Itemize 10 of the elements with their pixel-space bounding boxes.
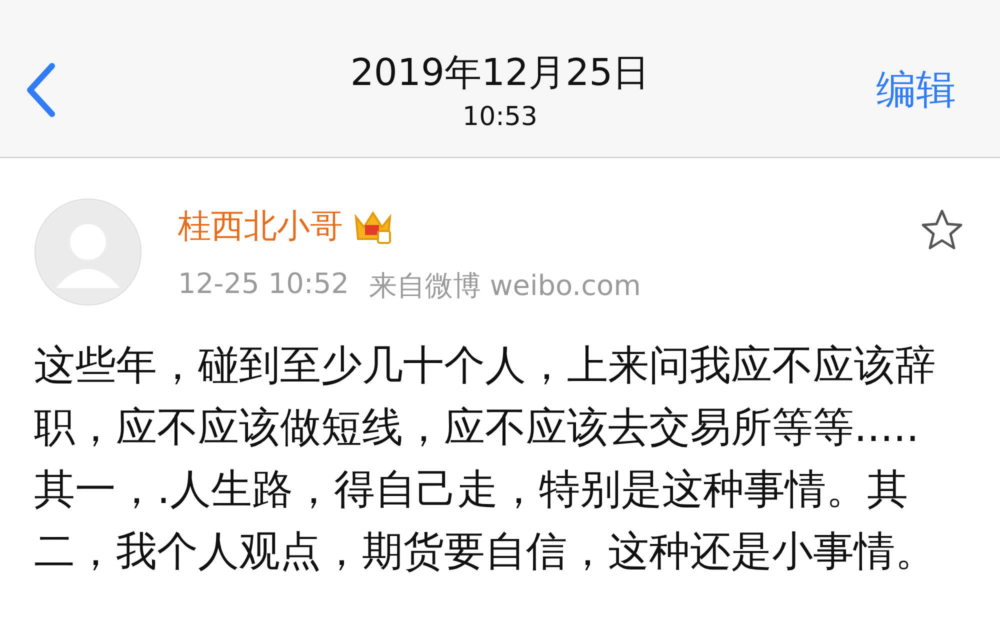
date-title: 2019年12月25日	[350, 50, 650, 96]
star-icon[interactable]	[920, 208, 964, 252]
back-icon[interactable]	[24, 62, 56, 118]
post-time: 12-25 10:52	[178, 267, 349, 302]
time-subtitle: 10:53	[462, 102, 538, 132]
post-source: 来自微博 weibo.com	[368, 268, 641, 304]
edit-button[interactable]: 编辑	[876, 62, 956, 117]
crown-icon	[353, 208, 393, 244]
post-text: 这些年，碰到至少几十个人，上来问我应不应该辞职，应不应该做短线，应不应该去交易所等等.....其一，.人生路，得自己走，特别是这种事情。其二，我个人观点，期货要自信，这种还是小事情。	[34, 340, 937, 577]
author-name[interactable]: 桂西北小哥	[178, 204, 343, 249]
